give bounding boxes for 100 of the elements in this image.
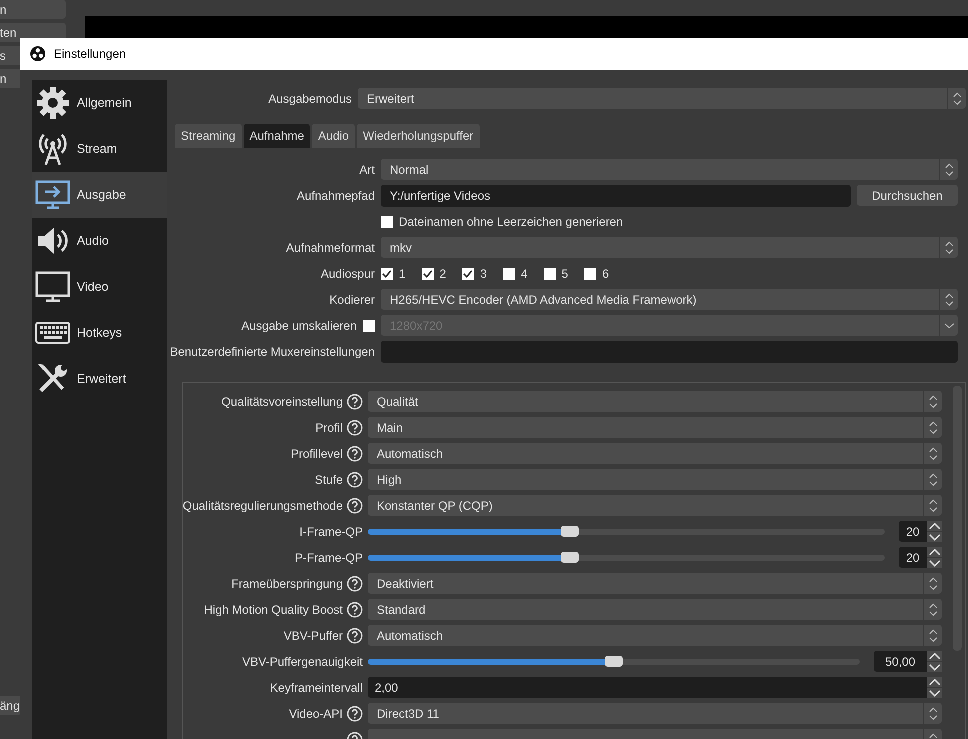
dropdown[interactable]: H265/HEVC Encoder (AMD Advanced Media Framework) bbox=[381, 289, 958, 310]
updown-chevron-icon bbox=[928, 446, 938, 460]
field-label: Qualitätsregulierungsmethode bbox=[183, 498, 343, 512]
number-field[interactable]: 20 bbox=[899, 547, 927, 568]
spin-up-button[interactable] bbox=[927, 651, 942, 661]
tab[interactable]: Streaming bbox=[175, 124, 242, 148]
updown-chevron-icon bbox=[928, 420, 938, 434]
slider[interactable] bbox=[368, 658, 860, 664]
monitor-icon bbox=[35, 269, 71, 305]
field-label: High Motion Quality Boost bbox=[204, 602, 343, 616]
help-icon[interactable] bbox=[347, 394, 363, 410]
field-label: Video-API bbox=[289, 706, 343, 720]
field-label: Keyframeintervall bbox=[270, 680, 363, 694]
updown-chevron-icon bbox=[928, 472, 938, 486]
field-label: Stufe bbox=[314, 472, 343, 486]
checkbox[interactable] bbox=[462, 268, 474, 280]
tab[interactable]: Wiederholungspuffer bbox=[357, 124, 480, 148]
number-field[interactable]: 50,00 bbox=[874, 651, 927, 672]
field-label: Frameüberspringung bbox=[232, 576, 343, 590]
checkbox-label: 1 bbox=[399, 266, 406, 280]
updown-chevron-icon bbox=[952, 92, 962, 106]
sidebar-item[interactable]: Video bbox=[32, 264, 167, 310]
dropdown[interactable]: High bbox=[368, 469, 942, 490]
sidebar-item[interactable]: Audio bbox=[32, 218, 167, 264]
dropdown[interactable]: mkv bbox=[381, 237, 958, 258]
field-label: VBV-Puffergenauigkeit bbox=[242, 654, 363, 668]
field-label: Aufnahmepfad bbox=[296, 188, 375, 202]
dropdown[interactable]: Deaktiviert bbox=[368, 573, 942, 594]
app-logo-icon bbox=[30, 46, 46, 62]
number-field[interactable]: 2,00 bbox=[368, 677, 927, 698]
field-label: Kodierer bbox=[330, 292, 375, 306]
updown-chevron-icon bbox=[928, 628, 938, 642]
field-label: I-Frame-QP bbox=[300, 524, 363, 538]
help-icon[interactable] bbox=[347, 576, 363, 592]
tab[interactable]: Aufnahme bbox=[244, 124, 310, 148]
number-field[interactable]: 20 bbox=[899, 521, 927, 542]
help-icon[interactable] bbox=[347, 706, 363, 722]
dropdown[interactable]: Konstanter QP (CQP) bbox=[368, 495, 942, 516]
dropdown[interactable]: Qualität bbox=[368, 391, 942, 412]
checkbox-label: Dateinamen ohne Leerzeichen generieren bbox=[399, 214, 624, 228]
spin-down-button[interactable] bbox=[927, 662, 942, 672]
sidebar-item[interactable]: Hotkeys bbox=[32, 310, 167, 356]
sidebar-item[interactable]: Ausgabe bbox=[32, 172, 167, 218]
slider-handle[interactable] bbox=[560, 526, 579, 536]
help-icon[interactable] bbox=[347, 602, 363, 618]
dropdown[interactable]: Normal bbox=[381, 159, 958, 180]
dropdown[interactable]: Erweitert bbox=[358, 88, 966, 109]
dropdown[interactable]: Standard bbox=[368, 599, 942, 620]
help-icon[interactable] bbox=[347, 446, 363, 462]
checkbox-label: 4 bbox=[521, 266, 528, 280]
checkbox[interactable] bbox=[584, 268, 596, 280]
help-icon[interactable] bbox=[347, 628, 363, 644]
field-label: Profillevel bbox=[290, 446, 343, 460]
tab[interactable]: Audio bbox=[312, 124, 356, 148]
checkbox[interactable] bbox=[381, 216, 393, 228]
checkbox[interactable] bbox=[544, 268, 556, 280]
sidebar-item[interactable]: Erweitert bbox=[32, 356, 167, 402]
text-field[interactable] bbox=[381, 340, 958, 362]
help-icon[interactable] bbox=[347, 472, 363, 488]
field-label: Profil bbox=[316, 420, 343, 434]
field-label: Qualitätsvoreinstellung bbox=[222, 394, 343, 408]
checkbox[interactable] bbox=[422, 268, 434, 280]
field-label: Art bbox=[360, 162, 375, 176]
updown-chevron-icon bbox=[928, 498, 938, 512]
path-field[interactable]: Y:/unfertige Videos bbox=[381, 184, 851, 206]
spin-down-button[interactable] bbox=[927, 558, 942, 568]
spin-up-button[interactable] bbox=[927, 677, 942, 687]
checkbox[interactable] bbox=[503, 268, 516, 280]
updown-chevron-icon bbox=[944, 292, 954, 306]
browse-button[interactable]: Durchsuchen bbox=[857, 185, 958, 206]
dropdown[interactable]: Direct3D 11 bbox=[368, 703, 942, 724]
dropdown[interactable]: Automatisch bbox=[368, 443, 942, 464]
spin-up-button[interactable] bbox=[927, 547, 942, 557]
spin-down-button[interactable] bbox=[927, 688, 942, 698]
gear-icon bbox=[35, 85, 71, 121]
slider-handle[interactable] bbox=[560, 552, 579, 562]
dropdown[interactable]: Main bbox=[368, 417, 942, 438]
checkbox-label: 5 bbox=[562, 266, 568, 280]
help-icon[interactable] bbox=[347, 420, 363, 436]
dropdown[interactable]: Automatisch bbox=[368, 625, 942, 646]
field-label: VBV-Puffer bbox=[284, 628, 343, 642]
spin-down-button[interactable] bbox=[927, 532, 942, 542]
sidebar-item[interactable]: Stream bbox=[32, 126, 167, 172]
slider[interactable] bbox=[368, 554, 885, 560]
field-label: Ausgabemodus bbox=[268, 92, 352, 106]
checkbox-label: 6 bbox=[602, 266, 610, 280]
slider[interactable] bbox=[368, 528, 885, 534]
scene-button[interactable]: n bbox=[0, 0, 66, 19]
updown-chevron-icon bbox=[928, 602, 938, 616]
field-label: Ausgabe umskalieren bbox=[242, 318, 357, 332]
slider-handle[interactable] bbox=[605, 656, 623, 666]
control-button[interactable]: äng bbox=[0, 696, 22, 715]
sidebar-item[interactable]: Allgemein bbox=[32, 80, 167, 126]
help-icon[interactable] bbox=[347, 498, 363, 514]
updown-chevron-icon bbox=[928, 706, 938, 720]
spin-up-button[interactable] bbox=[927, 521, 942, 531]
updown-chevron-icon bbox=[928, 394, 938, 408]
field-label: P-Frame-QP bbox=[294, 550, 363, 564]
checkbox[interactable] bbox=[381, 268, 393, 280]
field-label: Benutzerdefinierte Muxereinstellungen bbox=[170, 344, 375, 358]
